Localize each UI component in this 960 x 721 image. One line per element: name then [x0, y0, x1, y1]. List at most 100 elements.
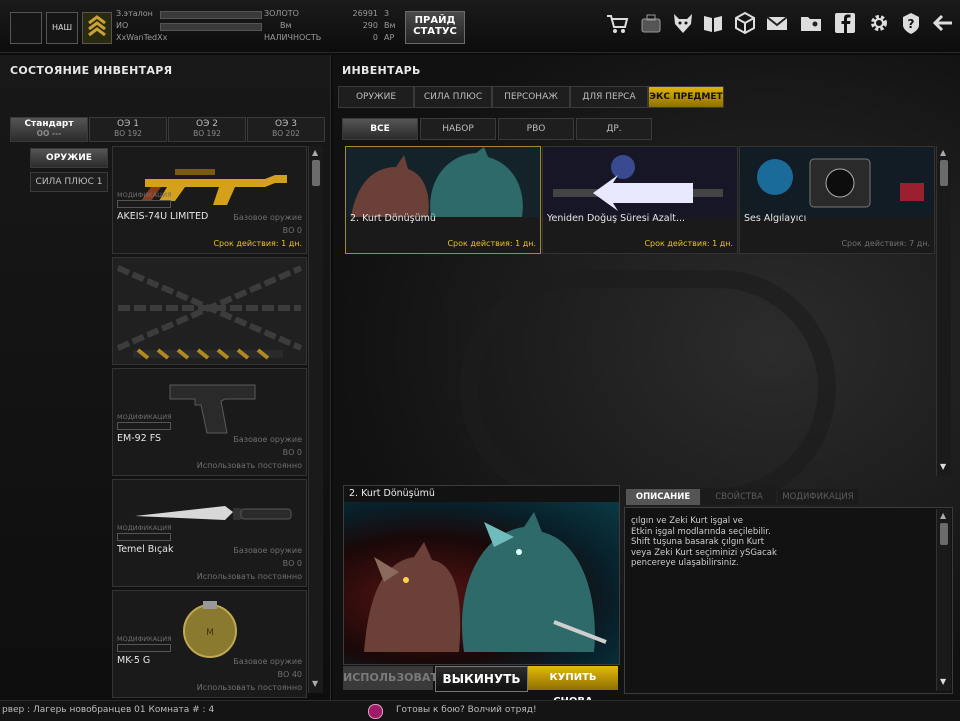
folder-user-icon[interactable] [798, 10, 824, 36]
equipped-item-card[interactable]: МОДИФИКАЦИЯ AKEIS-74U LIMITED Базовое оруж… [112, 146, 307, 254]
main-tab-5[interactable]: ЭКС ПРЕДМЕТ [648, 86, 724, 108]
knife-image [115, 482, 305, 552]
scroll-down-icon[interactable]: ▼ [940, 462, 946, 471]
item-bo: ВО 0 [282, 448, 302, 457]
preset-tab-sub: ВО 202 [272, 129, 300, 138]
scroll-down-icon[interactable]: ▼ [312, 679, 318, 688]
item-duration: Использовать постоянно [196, 683, 302, 692]
wolf-icon[interactable] [670, 10, 696, 36]
inventory-item-card[interactable]: Yeniden Doğuş Süresi Azalt... Срок действ… [542, 146, 738, 254]
pride-status-button[interactable]: ПРАЙД СТАТУС [405, 11, 465, 44]
item-duration: Срок действия: 1 дн. [644, 239, 733, 248]
sub-tab-3[interactable]: РВО [498, 118, 574, 140]
rifle-image [115, 149, 305, 219]
right-scroll-thumb[interactable] [940, 160, 948, 186]
preview-art [344, 502, 619, 664]
back-arrow-icon[interactable] [930, 10, 956, 36]
preview-title: 2. Kurt Dönüşümü [349, 488, 435, 499]
bag-icon[interactable] [638, 10, 664, 36]
vm-label: Вм [280, 21, 292, 30]
help-icon[interactable]: ? [898, 10, 924, 36]
locked-slot-chains-icon [116, 265, 303, 360]
player-line2: ИО [116, 21, 129, 30]
detail-tab-2[interactable]: СВОЙСТВА [702, 489, 776, 505]
gold-count: 3 [384, 9, 390, 18]
gear-icon[interactable] [866, 10, 892, 36]
main-tab-2[interactable]: СИЛА ПЛЮС [414, 86, 492, 108]
discard-button[interactable]: ВЫКИНУТЬ [435, 666, 528, 692]
preset-tab-sub: OO --- [36, 129, 62, 138]
item-name: Yeniden Doğuş Süresi Azalt... [547, 213, 686, 224]
main-tab-1[interactable]: ОРУЖИЕ [338, 86, 414, 108]
item-duration: Использовать постоянно [196, 572, 302, 581]
category-button-1[interactable]: ОРУЖИЕ [30, 148, 108, 168]
cart-icon[interactable] [604, 10, 630, 36]
equipped-item-card[interactable]: МОДИФИКАЦИЯ EM-92 FS Базовое оружие ВО 0 Исп… [112, 368, 307, 476]
modification-label: МОДИФИКАЦИЯ [117, 524, 172, 532]
item-type: Базовое оружие [233, 657, 302, 666]
item-bo: ВО 40 [277, 670, 302, 679]
cash-label: НАЛИЧНОСТЬ [264, 33, 322, 42]
left-scroll-thumb[interactable] [312, 160, 320, 186]
mail-icon[interactable] [764, 10, 790, 36]
book-icon[interactable] [700, 10, 726, 36]
preset-tab-label: ОЭ 1 [117, 119, 139, 129]
item-duration: Срок действия: 1 дн. [213, 239, 302, 248]
description-scrollbar[interactable]: ▲ ▼ [936, 509, 951, 691]
preset-tab-2[interactable]: ОЭ 1 ВО 192 [89, 117, 167, 142]
modification-slots [117, 533, 171, 541]
description-box: çılgın ve Zeki Kurt işgal ve Etkin işgal… [624, 507, 953, 694]
equipped-item-card[interactable]: M МОДИФИКАЦИЯ MK-5 G Базовое оружие ВО 40 Исп… [112, 590, 307, 698]
cube-icon[interactable] [732, 10, 758, 36]
main-tab-3[interactable]: ПЕРСОНАЖ [492, 86, 570, 108]
sub-tab-2[interactable]: НАБОР [420, 118, 496, 140]
clan-badge[interactable]: НАШ [46, 12, 78, 44]
item-name: Temel Bıçak [117, 544, 174, 555]
chat-server-info: рвер : Лагерь новобранцев 01 Комната # :… [2, 705, 215, 715]
arrow-image [543, 147, 737, 217]
item-description: çılgın ve Zeki Kurt işgal ve Etkin işgal… [631, 516, 777, 568]
category-button-2[interactable]: СИЛА ПЛЮС 1 [30, 172, 108, 192]
svg-text:M: M [206, 628, 214, 638]
grenade-image: M [115, 593, 305, 663]
description-scroll-thumb[interactable] [940, 523, 948, 545]
gold-value: 26991 [352, 9, 378, 18]
vm-value: 290 [362, 21, 378, 30]
main-tab-4[interactable]: ДЛЯ ПЕРСА [570, 86, 648, 108]
preset-tab-1[interactable]: Стандарт OO --- [10, 117, 88, 142]
inventory-item-card[interactable]: Ses Algılayıcı Срок действия: 7 дн. [739, 146, 935, 254]
inventory-title: ИНВЕНТАРЬ [342, 64, 421, 77]
detail-tab-1[interactable]: ОПИСАНИЕ [626, 489, 700, 505]
chat-bar: рвер : Лагерь новобранцев 01 Комната # :… [0, 700, 960, 721]
avatar[interactable] [10, 12, 42, 44]
scroll-up-icon[interactable]: ▲ [312, 148, 318, 157]
pistol-image [115, 371, 305, 441]
background-machine [460, 270, 836, 506]
facebook-icon[interactable] [832, 10, 858, 36]
buy-again-button[interactable]: КУПИТЬ СНОВА [528, 666, 618, 707]
preset-tab-4[interactable]: ОЭ 3 ВО 202 [247, 117, 325, 142]
scroll-down-icon[interactable]: ▼ [940, 677, 946, 686]
sub-tab-1[interactable]: ВСЕ [342, 118, 418, 140]
sub-tab-4[interactable]: ДР. [576, 118, 652, 140]
detail-tab-3[interactable]: МОДИФИКАЦИЯ [778, 489, 858, 505]
chat-radio-icon[interactable] [368, 704, 383, 719]
equipped-item-card[interactable] [112, 257, 307, 365]
preset-tab-label: Стандарт [24, 119, 74, 129]
scroll-up-icon[interactable]: ▲ [940, 511, 946, 520]
preset-tab-sub: ВО 192 [193, 129, 221, 138]
item-name: AKEIS-74U LIMITED [117, 211, 209, 222]
scroll-up-icon[interactable]: ▲ [940, 148, 946, 157]
preset-tab-3[interactable]: ОЭ 2 ВО 192 [168, 117, 246, 142]
gold-label: ЗОЛОТО [264, 9, 299, 18]
vm-bar [160, 23, 262, 31]
item-bo: ВО 0 [282, 226, 302, 235]
right-scrollbar[interactable]: ▲ ▼ [936, 146, 951, 476]
modification-label: МОДИФИКАЦИЯ [117, 635, 172, 643]
equipped-item-card[interactable]: МОДИФИКАЦИЯ Temel Bıçak Базовое оружие ВО 0… [112, 479, 307, 587]
left-scrollbar[interactable]: ▲ ▼ [308, 146, 323, 693]
sensor-image [740, 147, 934, 217]
chat-message: Готовы к бою? Волчий отряд! [396, 705, 537, 715]
modification-label: МОДИФИКАЦИЯ [117, 413, 172, 421]
inventory-item-card[interactable]: 2. Kurt Dönüşümü Срок действия: 1 дн. [345, 146, 541, 254]
